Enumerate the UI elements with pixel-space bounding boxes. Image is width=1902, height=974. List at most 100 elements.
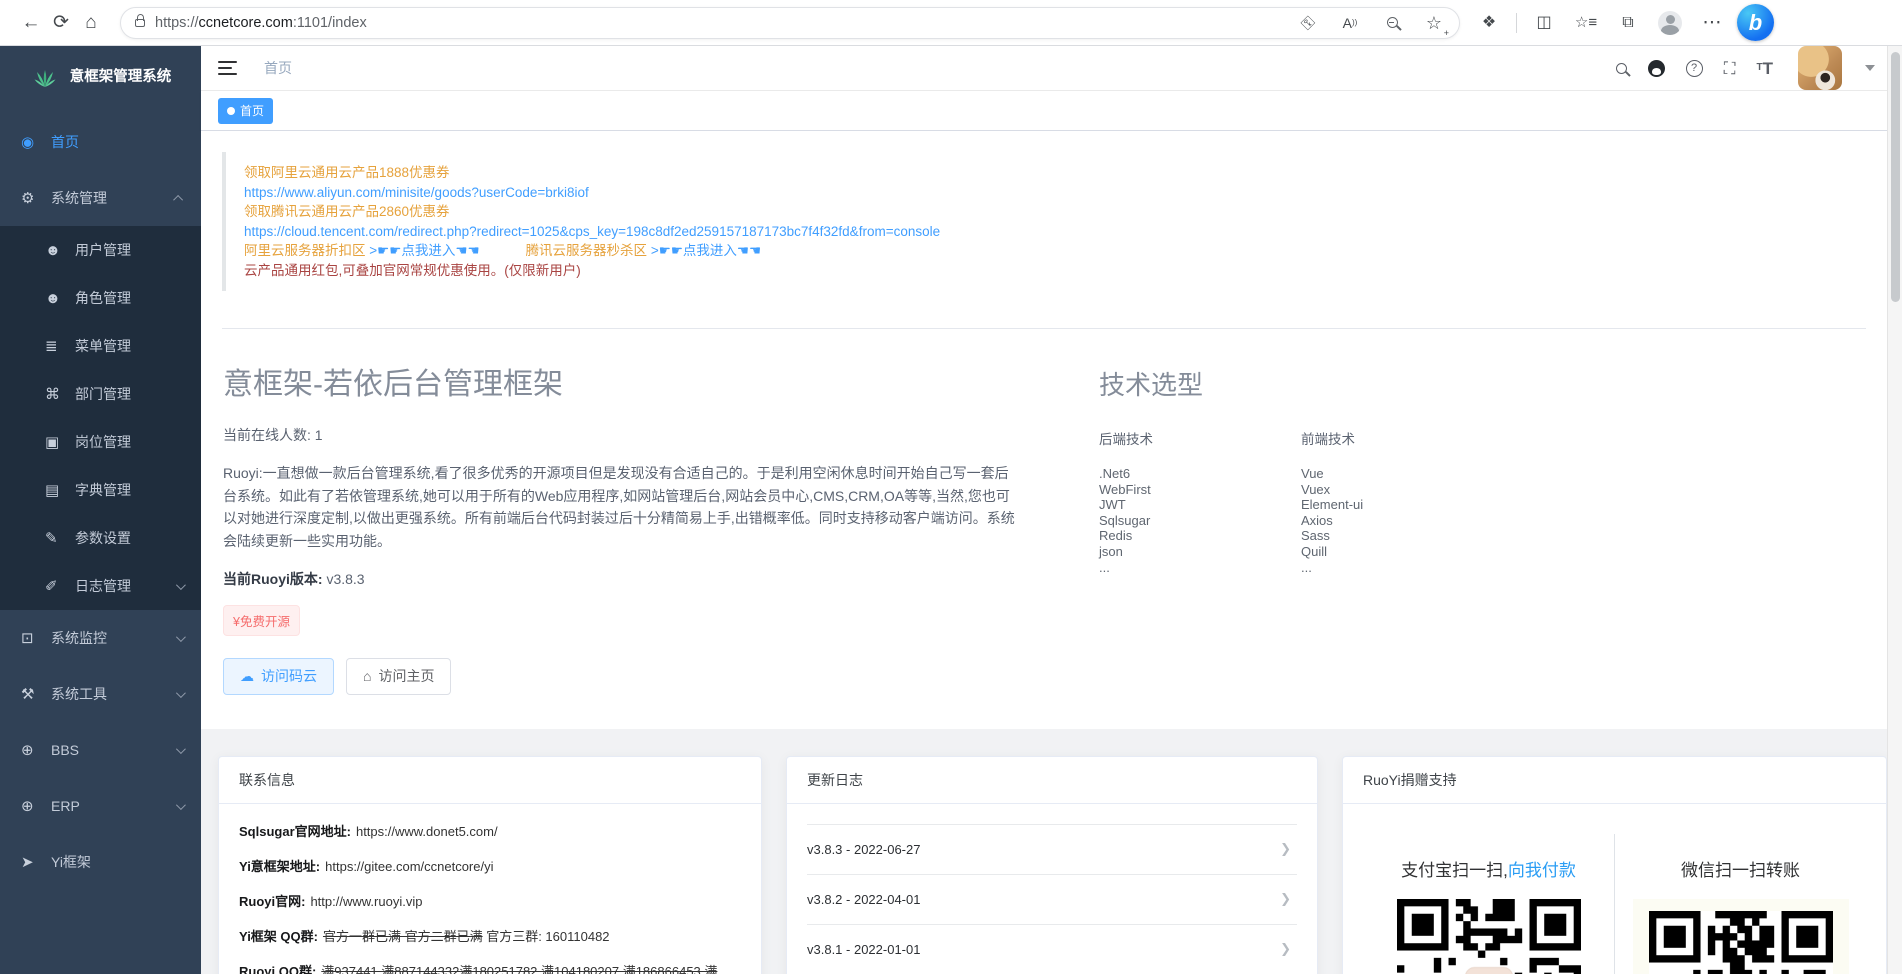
sidebar-item-系统监控[interactable]: ⊡系统监控 (0, 610, 201, 666)
changelog-list: v3.8.3 - 2022-06-27❯v3.8.2 - 2022-04-01❯… (807, 824, 1297, 974)
add-favorite-icon[interactable]: ☆+ (1423, 8, 1445, 38)
tech-list-item: JWT (1099, 497, 1301, 513)
browser-refresh-button[interactable]: ⟳ (46, 8, 76, 38)
sidebar-item-BBS[interactable]: ⊕BBS (0, 722, 201, 778)
changelog-row[interactable]: v3.8.2 - 2022-04-01❯ (807, 875, 1297, 925)
read-aloud-icon[interactable]: A)) (1339, 8, 1361, 38)
sidebar-collapse-icon[interactable] (218, 61, 237, 75)
contact-value[interactable]: http://www.ruoyi.vip (310, 894, 422, 909)
extensions-icon[interactable]: ❖ (1474, 8, 1504, 38)
changelog-row[interactable]: v3.8.3 - 2022-06-27❯ (807, 825, 1297, 875)
notice-link[interactable]: https://cloud.tencent.com/redirect.php?r… (244, 224, 940, 239)
search-icon[interactable] (1616, 63, 1627, 74)
cloud-icon: ☁ (240, 668, 254, 685)
tech-list-item: WebFirst (1099, 482, 1301, 498)
breadcrumb: 首页 (264, 58, 292, 78)
browser-back-button[interactable]: ← (16, 8, 46, 38)
free-open-source-badge: ¥免费开源 (223, 605, 300, 636)
tech-list-item: Sass (1301, 528, 1503, 544)
sidebar-item-label: 系统工具 (51, 684, 176, 704)
sidebar-item-label: ERP (51, 798, 176, 814)
sidebar-item-部门管理[interactable]: ⌘部门管理 (0, 370, 201, 418)
visit-gitee-button[interactable]: ☁ 访问码云 (223, 658, 334, 695)
alipay-qr-code (1397, 899, 1581, 974)
sidebar-item-label: 字典管理 (75, 480, 183, 500)
sidebar-item-label: 系统管理 (51, 188, 176, 208)
github-icon[interactable] (1648, 60, 1665, 77)
bing-copilot-icon[interactable]: b (1737, 4, 1774, 41)
zoom-out-icon[interactable] (1381, 8, 1403, 38)
backend-list: .Net6WebFirstJWTSqlsugarRedisjson... (1099, 466, 1301, 575)
contact-value[interactable]: https://gitee.com/ccnetcore/yi (325, 859, 493, 874)
wechat-qr-code (1649, 911, 1833, 974)
visit-homepage-button[interactable]: ⌂ 访问主页 (346, 658, 451, 695)
notice-link[interactable]: >☛☛点我进入☚☚ (369, 243, 479, 258)
sidebar-item-ERP[interactable]: ⊕ ERP (0, 778, 201, 834)
gear-icon: ⚙ (21, 189, 45, 207)
sidebar-item-系统工具[interactable]: ⚒系统工具 (0, 666, 201, 722)
tech-list-item: json (1099, 544, 1301, 560)
changelog-row[interactable]: v3.8.1 - 2022-01-01 ❯ (807, 925, 1297, 974)
user-avatar[interactable] (1798, 46, 1842, 90)
notice-link[interactable]: https://www.aliyun.com/minisite/goods?us… (244, 185, 589, 200)
contact-row: Yi意框架地址:https://gitee.com/ccnetcore/yi (239, 857, 741, 877)
chevron-down-icon (176, 580, 186, 590)
contact-label: Yi框架 QQ群: (239, 929, 318, 944)
duplicate-tab-icon[interactable]: ⧉ (1613, 8, 1643, 38)
notice-link[interactable]: >☛☛点我进入☚☚ (651, 243, 761, 258)
browser-home-button[interactable]: ⌂ (76, 8, 106, 38)
notice-line: https://cloud.tencent.com/redirect.php?r… (244, 222, 1848, 242)
browser-menu-icon[interactable]: ⋯ (1697, 8, 1727, 38)
sidebar-item-参数设置[interactable]: ✎参数设置 (0, 514, 201, 562)
tech-list-item: Sqlsugar (1099, 513, 1301, 529)
fullscreen-icon[interactable]: ⛶ (1724, 60, 1736, 77)
version-line: 当前Ruoyi版本: v3.8.3 (223, 569, 1021, 589)
password-key-icon[interactable]: ⚿ (1290, 4, 1327, 41)
globe-icon: ⊕ (21, 797, 45, 815)
pay-me-link[interactable]: 向我付款 (1508, 861, 1576, 880)
dept-icon: ⌘ (45, 385, 69, 403)
monitor-icon: ⊡ (21, 629, 45, 647)
browser-profile-icon[interactable] (1655, 8, 1685, 38)
font-size-icon[interactable]: TT (1757, 60, 1774, 77)
browser-address-bar[interactable]: https://ccnetcore.com:1101/index ⚿ A)) ☆… (120, 7, 1460, 39)
tab-home[interactable]: 首页 (218, 98, 273, 124)
sidebar-item-字典管理[interactable]: ▤字典管理 (0, 466, 201, 514)
page-scrollbar[interactable] (1887, 46, 1902, 974)
sidebar-item-用户管理[interactable]: ☻用户管理 (0, 226, 201, 274)
contact-value[interactable]: 官方三群: 160110482 (483, 929, 610, 944)
sidebar-submenu: ☻用户管理☻角色管理≣菜单管理⌘部门管理▣岗位管理▤字典管理✎参数设置✐日志管理 (0, 226, 201, 610)
scrollbar-thumb[interactable] (1891, 52, 1900, 302)
url-text[interactable]: https://ccnetcore.com:1101/index (155, 15, 367, 31)
contact-label: Ruoyi QQ群: (239, 964, 316, 974)
help-icon[interactable]: ? (1686, 60, 1703, 77)
sidebar-item-首页[interactable]: ◉首页 (0, 114, 201, 170)
sidebar-item-日志管理[interactable]: ✐日志管理 (0, 562, 201, 610)
avatar-dropdown-caret-icon[interactable] (1865, 65, 1875, 71)
contact-row: Yi框架 QQ群:官方一群已满 官方二群已满 官方三群: 160110482 (239, 927, 741, 947)
sidebar-item-菜单管理[interactable]: ≣菜单管理 (0, 322, 201, 370)
collections-icon[interactable]: ☆≡ (1571, 8, 1601, 38)
backend-label: 后端技术 (1099, 428, 1301, 448)
tech-list-item: Redis (1099, 528, 1301, 544)
edit-icon: ✎ (45, 529, 69, 547)
sidebar-item-Yi框架[interactable]: ➤Yi框架 (0, 834, 201, 890)
split-screen-icon[interactable]: ◫ (1529, 8, 1559, 38)
toolbar-separator (1516, 13, 1517, 33)
changelog-version: v3.8.1 - 2022-01-01 (807, 942, 920, 957)
chevron-right-icon: ❯ (1280, 941, 1291, 957)
online-count: 当前在线人数: 1 (223, 425, 1021, 445)
sidebar-item-label: Yi框架 (51, 852, 183, 872)
lock-icon[interactable] (135, 19, 145, 27)
home-icon: ⌂ (363, 668, 371, 684)
sidebar-item-岗位管理[interactable]: ▣岗位管理 (0, 418, 201, 466)
sidebar-item-系统管理[interactable]: ⚙ 系统管理 (0, 170, 201, 226)
app-logo: 意框架管理系统 (0, 46, 201, 104)
sidebar-item-角色管理[interactable]: ☻角色管理 (0, 274, 201, 322)
chevron-down-icon (176, 800, 186, 810)
frontend-label: 前端技术 (1301, 428, 1503, 448)
changelog-version: v3.8.3 - 2022-06-27 (807, 842, 920, 857)
contact-row: Ruoyi QQ群:满937441 满887144332满180251782 满… (239, 962, 741, 974)
contact-value[interactable]: https://www.donet5.com/ (356, 824, 498, 839)
chevron-right-icon: ❯ (1280, 891, 1291, 907)
